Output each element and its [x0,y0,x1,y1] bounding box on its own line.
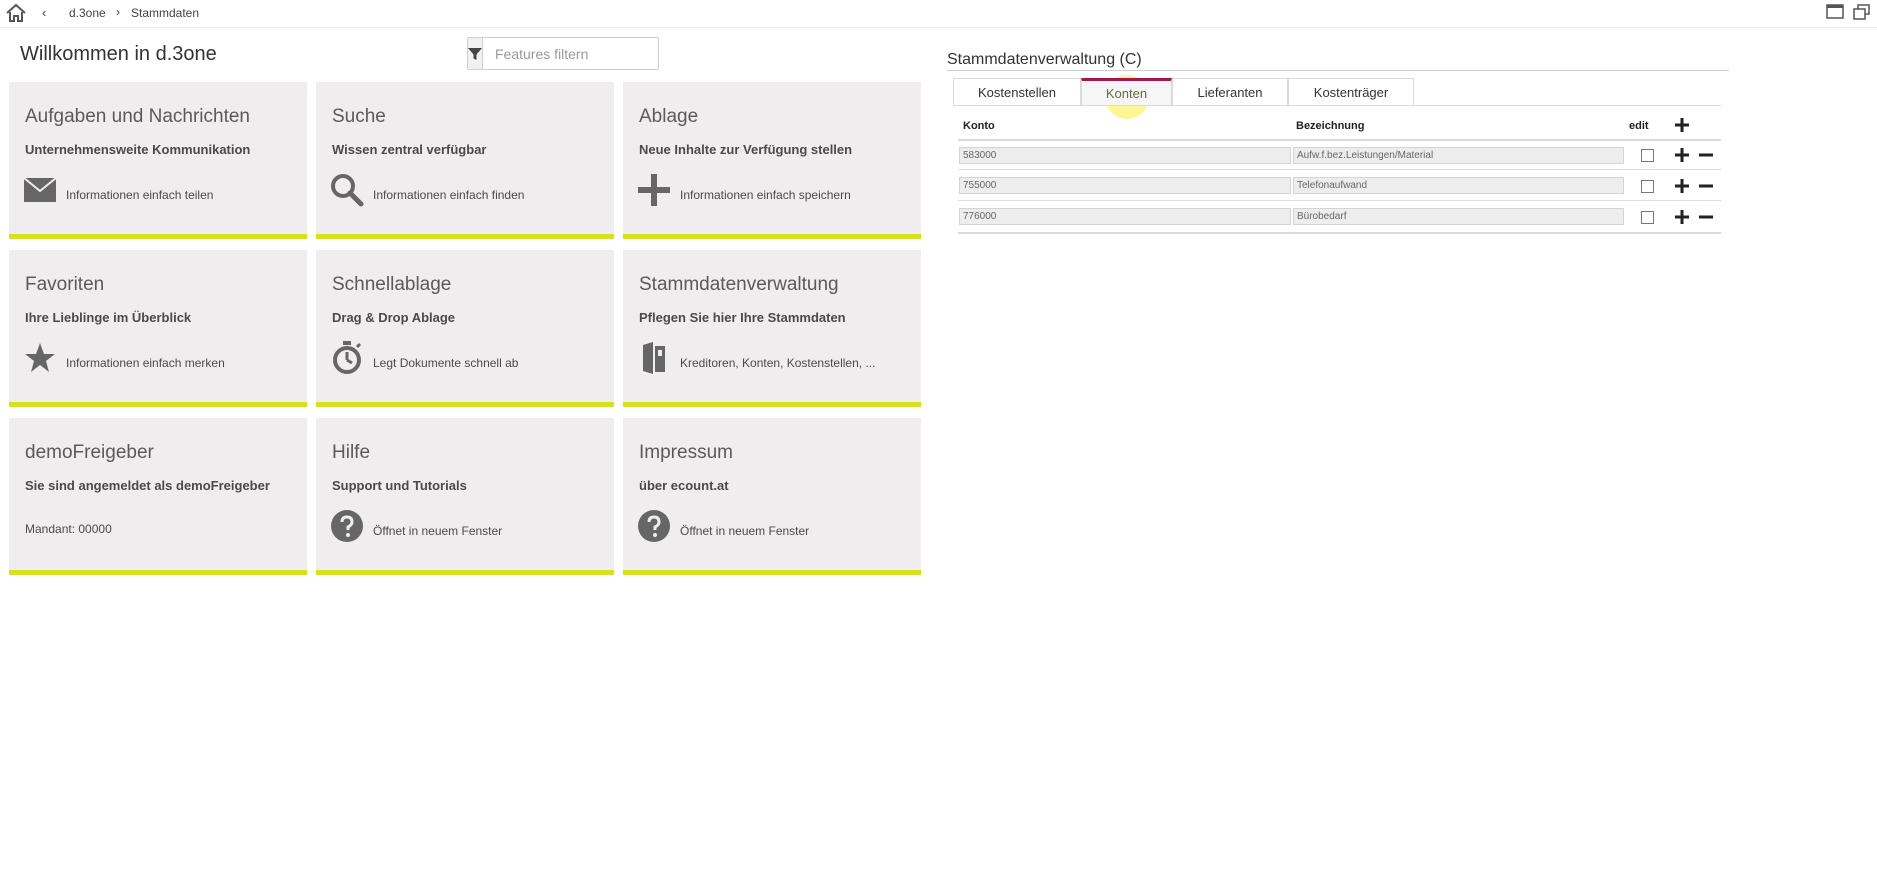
tile-title: Suche [332,106,386,127]
restore-window-icon[interactable] [1853,4,1871,20]
tile-subtitle: Sie sind angemeldet als demoFreigeber [25,478,270,493]
tile-title: Favoriten [25,274,105,295]
bezeichnung-field[interactable]: Telefonaufwand [1293,177,1624,194]
back-button[interactable]: ‹ [42,5,46,20]
tab-konten[interactable]: Konten [1081,78,1172,106]
tile-description: Informationen einfach teilen [66,188,214,202]
tab-lieferanten[interactable]: Lieferanten [1172,78,1288,106]
column-header-konto: Konto [963,120,995,132]
tile-title: Schnellablage [332,274,452,295]
tile-title: Aufgaben und Nachrichten [25,106,250,127]
edit-checkbox[interactable] [1641,211,1654,224]
remove-row-button[interactable] [1698,178,1714,194]
tile-favoriten[interactable]: Favoriten Ihre Lieblinge im Überblick In… [9,250,307,407]
tile-stammdatenverwaltung[interactable]: Stammdatenverwaltung Pflegen Sie hier Ih… [623,250,921,407]
page-title: Willkommen in d.3one [20,43,217,65]
help-icon [330,509,364,543]
bezeichnung-field[interactable]: Bürobedarf [1293,208,1624,225]
bezeichnung-field[interactable]: Aufw.f.bez.Leistungen/Material [1293,147,1624,164]
tile-description: Legt Dokumente schnell ab [373,356,519,370]
tile-subtitle: Ihre Lieblinge im Überblick [25,310,192,325]
maximize-window-icon[interactable] [1826,4,1844,20]
breadcrumb-item-d3one[interactable]: d.3one [69,6,106,20]
home-icon[interactable] [5,3,27,23]
tile-subtitle: Pflegen Sie hier Ihre Stammdaten [639,310,846,325]
row-divider [958,200,1721,201]
add-row-button[interactable] [1674,209,1690,225]
tab-bar: Kostenstellen Konten Lieferanten Kostent… [953,78,1414,106]
tab-kostentraeger[interactable]: Kostenträger [1288,78,1414,106]
konto-field[interactable]: 776000 [959,208,1291,225]
star-icon [23,341,57,375]
funnel-icon [468,47,482,60]
konto-field[interactable]: 755000 [959,177,1291,194]
tile-ablage[interactable]: Ablage Neue Inhalte zur Verfügung stelle… [623,82,921,239]
search-icon [330,173,364,207]
edit-checkbox[interactable] [1641,149,1654,162]
table-bottom-divider [958,232,1721,234]
panel-divider [947,70,1729,71]
tile-description: Öffnet in neuem Fenster [680,524,810,538]
filter-button[interactable] [468,38,483,69]
tile-description: Informationen einfach speichern [680,188,851,202]
tile-description: Kreditoren, Konten, Kostenstellen, ... [680,356,876,370]
tile-subtitle: Wissen zentral verfügbar [332,142,487,157]
column-header-bezeichnung: Bezeichnung [1296,120,1365,132]
stopwatch-icon [330,341,364,375]
tile-demofreigeber[interactable]: demoFreigeber Sie sind angemeldet als de… [9,418,307,575]
tile-title: Stammdatenverwaltung [639,274,839,295]
tile-title: Impressum [639,442,733,463]
tile-aufgaben-und-nachrichten[interactable]: Aufgaben und Nachrichten Unternehmenswei… [9,82,307,239]
panel-title: Stammdatenverwaltung (C) [947,51,1142,68]
tile-impressum[interactable]: Impressum über ecount.at Öffnet in neuem… [623,418,921,575]
breadcrumb-item-stammdaten[interactable]: Stammdaten [131,6,199,20]
tile-description: Mandant: 00000 [25,522,112,536]
features-filter-input[interactable] [483,38,676,69]
remove-row-button[interactable] [1698,147,1714,163]
remove-row-button[interactable] [1698,209,1714,225]
top-bar: ‹ d.3one › Stammdaten [0,0,1877,28]
add-row-button[interactable] [1674,178,1690,194]
tile-schnellablage[interactable]: Schnellablage Drag & Drop Ablage Legt Do… [316,250,614,407]
tile-description: Öffnet in neuem Fenster [373,524,503,538]
tab-kostenstellen[interactable]: Kostenstellen [953,78,1081,106]
feature-filter [467,37,676,70]
tile-description: Informationen einfach finden [373,188,525,202]
tile-subtitle: Drag & Drop Ablage [332,310,456,325]
tile-title: demoFreigeber [25,442,154,463]
tile-subtitle: Neue Inhalte zur Verfügung stellen [639,142,853,157]
tabs-underline [953,105,1721,106]
tile-description: Informationen einfach merken [66,356,225,370]
konto-field[interactable]: 583000 [959,147,1291,164]
tile-suche[interactable]: Suche Wissen zentral verfügbar Informati… [316,82,614,239]
edit-checkbox[interactable] [1641,180,1654,193]
tile-subtitle: über ecount.at [639,478,729,493]
add-row-button[interactable] [1674,147,1690,163]
binder-icon [637,341,671,375]
breadcrumb-separator: › [116,5,120,19]
header-divider [958,139,1721,141]
envelope-icon [23,173,57,207]
add-row-button[interactable] [1674,117,1690,133]
tile-title: Ablage [639,106,699,127]
tile-subtitle: Unternehmensweite Kommunikation [25,142,251,157]
help-icon [637,509,671,543]
tile-hilfe[interactable]: Hilfe Support und Tutorials Öffnet in ne… [316,418,614,575]
tile-title: Hilfe [332,442,371,463]
column-header-edit: edit [1629,120,1649,132]
plus-icon [637,173,671,207]
row-divider [958,169,1721,170]
tile-subtitle: Support und Tutorials [332,478,467,493]
